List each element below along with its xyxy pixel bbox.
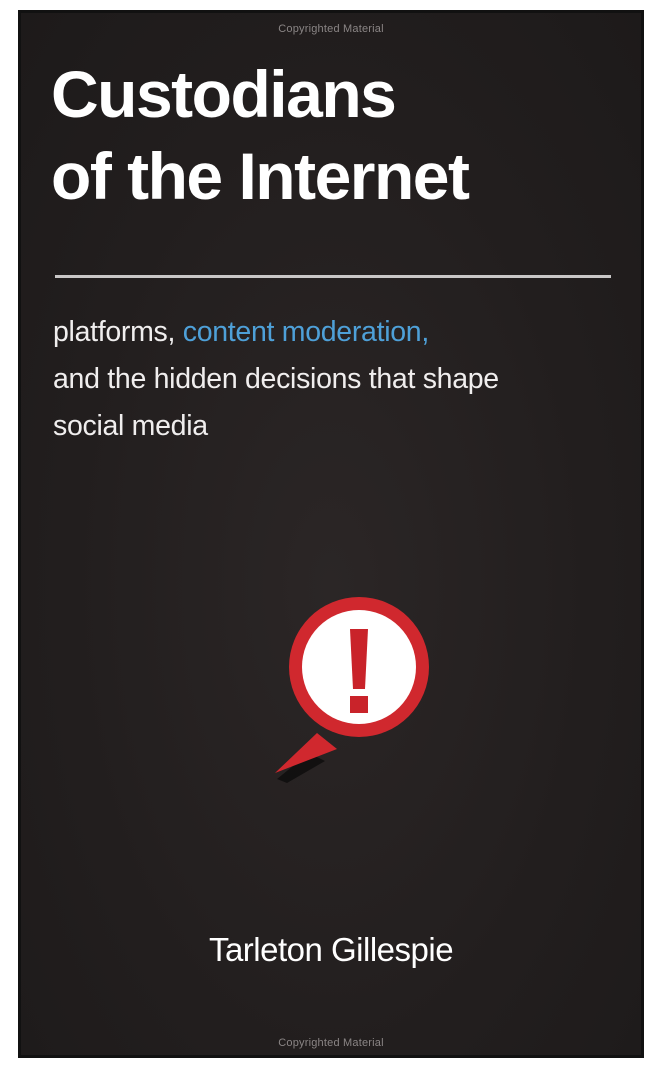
author-name: Tarleton Gillespie [208, 931, 454, 968]
book-subtitle: platforms, content moderation, and the h… [53, 309, 499, 450]
subtitle-line-3: social media [53, 410, 208, 442]
subtitle-accent-text: content moderation, [182, 316, 430, 348]
book-title-line-2: of the Internet [51, 139, 470, 213]
copyright-notice-top: Copyrighted Material [278, 23, 384, 35]
page: Copyrighted Material Custodians of the I… [0, 0, 662, 1071]
subtitle-line-1: platforms, content moderation, [53, 309, 499, 356]
exclamation-speech-bubble-icon [275, 597, 429, 783]
subtitle-line-2: and the hidden decisions that shape [53, 363, 499, 395]
book-title-line-1: Custodians [51, 57, 397, 131]
copyright-notice-bottom: Copyrighted Material [278, 1037, 384, 1049]
book-cover: Copyrighted Material Custodians of the I… [18, 10, 644, 1058]
title-divider [55, 275, 611, 278]
book-title: Custodians of the Internet [51, 53, 470, 217]
subtitle-text-platforms: platforms, [53, 316, 183, 348]
